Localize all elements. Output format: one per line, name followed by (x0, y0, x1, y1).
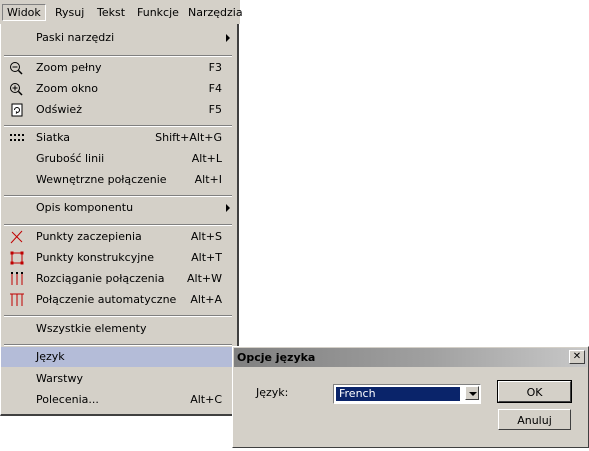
menu-item-shortcut: Shift+Alt+G (155, 131, 222, 144)
ok-button[interactable]: OK (497, 380, 572, 403)
menu-item-label: Punkty konstrukcyjne (36, 251, 155, 264)
construction-points-icon (10, 251, 24, 265)
menu-item-label: Rozciąganie połączenia (36, 272, 165, 285)
menu-item-wewnetrzne-polaczenie[interactable]: Wewnętrzne połączenie Alt+I (1, 170, 235, 190)
grid-dots-icon (10, 134, 24, 141)
menu-item-shortcut: Alt+S (190, 230, 222, 243)
menu-item-label: Język (36, 350, 65, 363)
language-select[interactable]: French (333, 384, 481, 404)
menu-tekst[interactable]: Tekst (97, 5, 125, 20)
view-menu-dropdown: Paski narzędzi Zoom pełny F3 Zoom okno F… (0, 24, 239, 416)
menu-item-odswiez[interactable]: Odśwież F5 (1, 100, 235, 120)
menu-item-shortcut: Alt+T (191, 251, 222, 264)
menu-rysuj[interactable]: Rysuj (55, 5, 84, 20)
menu-item-jezyk[interactable]: Język (1, 347, 235, 367)
menu-item-label: Grubość linii (36, 152, 105, 165)
language-select-value: French (336, 387, 460, 401)
menu-item-label: Zoom okno (36, 82, 99, 95)
cross-points-icon (10, 230, 23, 244)
menu-item-label: Warstwy (36, 372, 83, 385)
zoom-out-icon (10, 62, 23, 75)
menu-item-label: Połączenie automatyczne (36, 293, 177, 306)
menu-bar: Widok Rysuj Tekst Funkcje Narzędzia (0, 0, 243, 25)
menu-item-shortcut: Alt+W (187, 272, 222, 285)
chevron-down-icon (469, 392, 477, 396)
menu-item-label: Paski narzędzi (36, 31, 115, 44)
menu-item-label: Punkty zaczepienia (36, 230, 142, 243)
menu-item-label: Opis komponentu (36, 201, 134, 214)
submenu-arrow-icon (226, 34, 230, 42)
language-options-dialog: Opcje języka ✕ Język: French OK Anuluj (232, 346, 589, 448)
menu-separator (4, 315, 232, 317)
menu-item-opis-komponentu[interactable]: Opis komponentu (1, 198, 235, 218)
menu-item-paski-narzedzi[interactable]: Paski narzędzi (1, 28, 235, 48)
close-icon[interactable]: ✕ (569, 350, 585, 364)
auto-connection-icon (10, 293, 24, 306)
menu-item-grubosc-linii[interactable]: Grubość linii Alt+L (1, 149, 235, 169)
menu-separator (4, 55, 232, 57)
menu-item-label: Wewnętrzne połączenie (36, 173, 167, 186)
menu-item-label: Wszystkie elementy (36, 322, 147, 335)
menu-item-shortcut: F3 (208, 61, 222, 74)
menu-item-polecenia[interactable]: Polecenia... Alt+C (1, 390, 235, 410)
dialog-titlebar[interactable]: Opcje języka ✕ (234, 348, 587, 367)
menu-item-label: Siatka (36, 131, 71, 144)
menu-item-warstwy[interactable]: Warstwy (1, 369, 235, 389)
menu-funkcje[interactable]: Funkcje (137, 5, 179, 20)
menu-narzedzia[interactable]: Narzędzia (188, 5, 243, 20)
menu-item-label: Zoom pełny (36, 61, 102, 74)
stretch-connection-icon (11, 272, 23, 285)
menu-item-wszystkie-elementy[interactable]: Wszystkie elementy (1, 319, 235, 339)
menu-widok[interactable]: Widok (2, 4, 46, 21)
language-label: Język: (256, 386, 289, 399)
menu-item-shortcut: Alt+L (191, 152, 222, 165)
menu-item-label: Odśwież (36, 103, 82, 116)
menu-separator (4, 344, 232, 346)
dialog-title: Opcje języka (237, 351, 316, 364)
menu-item-label: Polecenia... (36, 393, 99, 406)
menu-item-polaczenie-automatyczne[interactable]: Połączenie automatyczne Alt+A (1, 290, 235, 310)
menu-item-shortcut: F4 (208, 82, 222, 95)
submenu-arrow-icon (226, 204, 230, 212)
menu-item-zoom-okno[interactable]: Zoom okno F4 (1, 79, 235, 99)
menu-item-shortcut: Alt+I (194, 173, 222, 186)
menu-item-shortcut: F5 (208, 103, 222, 116)
menu-item-rozciaganie-polaczenia[interactable]: Rozciąganie połączenia Alt+W (1, 269, 235, 289)
menu-item-zoom-pelny[interactable]: Zoom pełny F3 (1, 58, 235, 78)
refresh-icon (11, 103, 23, 117)
zoom-in-icon (10, 83, 23, 96)
menu-item-punkty-zaczepienia[interactable]: Punkty zaczepienia Alt+S (1, 227, 235, 247)
dropdown-button[interactable] (465, 386, 479, 400)
menu-item-shortcut: Alt+A (190, 293, 222, 306)
menu-separator (4, 224, 232, 226)
menu-item-shortcut: Alt+C (190, 393, 222, 406)
menu-separator (4, 195, 232, 197)
menu-separator (4, 125, 232, 127)
menu-item-punkty-konstrukcyjne[interactable]: Punkty konstrukcyjne Alt+T (1, 248, 235, 268)
menu-item-siatka[interactable]: Siatka Shift+Alt+G (1, 128, 235, 148)
cancel-button[interactable]: Anuluj (498, 409, 571, 430)
